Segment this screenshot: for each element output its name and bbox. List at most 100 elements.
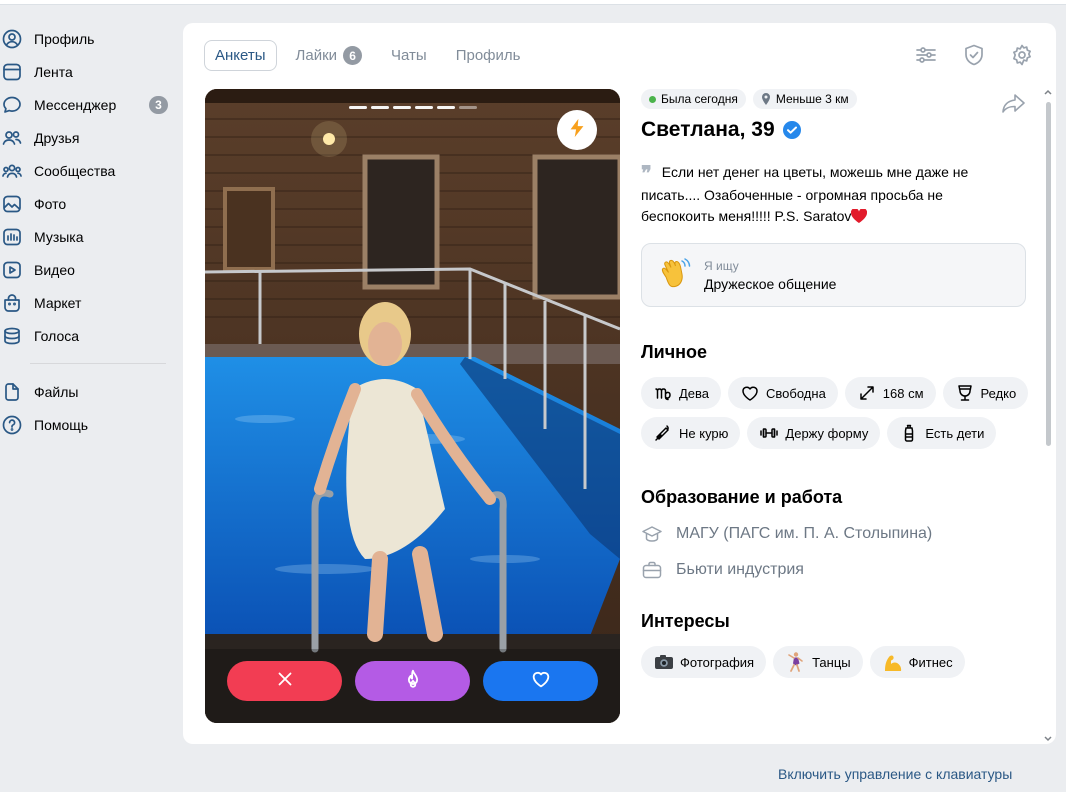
- briefcase-icon: [642, 561, 662, 579]
- nav-item-messenger[interactable]: Мессенджер 3: [0, 88, 170, 121]
- chat-bubble-icon: [2, 95, 22, 115]
- nav-label: Музыка: [34, 228, 84, 245]
- progress-segment: [437, 106, 455, 109]
- progress-segment: [415, 106, 433, 109]
- seeking-title: Я ищу: [704, 258, 739, 273]
- nav-label: Мессенджер: [34, 96, 117, 113]
- swipe-actions: [227, 661, 611, 701]
- online-status-badge: Была сегодня: [641, 89, 746, 109]
- dating-tabs: Анкеты Лайки 6 Чаты Профиль: [204, 40, 539, 71]
- online-status-text: Была сегодня: [661, 92, 738, 106]
- chip-label: Свободна: [766, 385, 826, 401]
- tab-label: Анкеты: [215, 47, 266, 64]
- settings-gear-icon[interactable]: [1010, 43, 1034, 67]
- seeking-text: Я ищу Дружеское общение: [704, 259, 836, 292]
- nav-item-profile[interactable]: Профиль: [0, 22, 170, 55]
- boost-button[interactable]: [557, 110, 597, 150]
- nav-item-friends[interactable]: Друзья: [0, 121, 170, 154]
- heart-icon: [530, 668, 552, 695]
- friends-icon: [2, 128, 22, 148]
- user-circle-icon: [2, 29, 22, 49]
- toolbar-icons: [890, 43, 1034, 67]
- flame-icon: [402, 668, 424, 695]
- chip-label: Фитнес: [908, 654, 953, 670]
- wine-glass-icon: [957, 385, 972, 401]
- nav-label: Видео: [34, 261, 75, 278]
- interest-chip: Фотография: [641, 646, 767, 678]
- bio-text: Если нет денег на цветы, можешь мне даже…: [641, 164, 969, 224]
- dancer-emoji-icon: [788, 652, 803, 672]
- interests-section-title: Интересы: [641, 611, 730, 631]
- votes-icon: [2, 326, 22, 346]
- nav-item-communities[interactable]: Сообщества: [0, 154, 170, 187]
- nav-divider: [30, 363, 166, 364]
- distance-text: Меньше 3 км: [775, 92, 849, 106]
- share-button[interactable]: [1001, 91, 1027, 115]
- work-text: Бьюти индустрия: [676, 561, 804, 578]
- nav-label: Сообщества: [34, 162, 116, 179]
- shield-check-icon[interactable]: [962, 43, 986, 67]
- close-icon: [274, 668, 296, 695]
- nav-item-files[interactable]: Файлы: [0, 375, 170, 408]
- tab-label: Лайки: [295, 47, 338, 64]
- top-bar: [0, 0, 1066, 5]
- personal-chip: Свободна: [728, 377, 838, 409]
- progress-segment: [349, 106, 367, 109]
- lightning-icon: [566, 117, 588, 144]
- market-icon: [2, 293, 22, 313]
- filters-icon[interactable]: [914, 43, 938, 67]
- scroll-up-arrow-icon[interactable]: [1044, 88, 1052, 96]
- photo-progress: [349, 106, 481, 109]
- no-smoking-icon: [655, 425, 669, 441]
- nav-item-market[interactable]: Маркет: [0, 286, 170, 319]
- nav-item-music[interactable]: Музыка: [0, 220, 170, 253]
- dislike-button[interactable]: [227, 661, 342, 701]
- keyboard-control-link[interactable]: Включить управление с клавиатуры: [778, 766, 1012, 782]
- nav-label: Фото: [34, 195, 67, 212]
- nav-label: Голоса: [34, 327, 80, 344]
- photo-icon: [2, 194, 22, 214]
- name-row: Светлана, 39: [641, 118, 1041, 142]
- personal-chips: Дева Свободна 168 см Редко Не курю Держу…: [641, 377, 1036, 457]
- nav-label: Профиль: [34, 30, 95, 47]
- status-row: Была сегодня Меньше 3 км: [641, 89, 1041, 109]
- scroll-down-arrow-icon[interactable]: [1044, 735, 1052, 743]
- scrollbar-thumb[interactable]: [1046, 102, 1051, 446]
- share-arrow-icon: [1001, 94, 1027, 119]
- nav-label: Помощь: [34, 416, 89, 433]
- personal-chip: Есть дети: [887, 417, 997, 449]
- interest-chip: Фитнес: [869, 646, 965, 678]
- interests-chips: Фотография Танцы Фитнес: [641, 646, 1036, 686]
- personal-chip: Дева: [641, 377, 722, 409]
- like-button[interactable]: [483, 661, 598, 701]
- seeking-value: Дружеское общение: [704, 275, 837, 292]
- tab-likes[interactable]: Лайки 6: [286, 40, 373, 71]
- photo-scene: [205, 89, 620, 723]
- education-work: Бьюти индустрия: [641, 559, 1041, 581]
- help-icon: [2, 415, 22, 435]
- chip-label: Фотография: [680, 654, 755, 670]
- nav-label: Лента: [34, 63, 73, 80]
- nav-item-feed[interactable]: Лента: [0, 55, 170, 88]
- red-heart-icon: [851, 209, 868, 223]
- location-pin-icon: [761, 93, 770, 105]
- newsfeed-icon: [2, 62, 22, 82]
- nav-item-help[interactable]: Помощь: [0, 408, 170, 441]
- tab-label: Чаты: [391, 47, 427, 64]
- dating-card: Анкеты Лайки 6 Чаты Профиль Была сегодня…: [183, 23, 1056, 744]
- tab-my-profile[interactable]: Профиль: [446, 40, 531, 71]
- online-dot: [649, 95, 656, 103]
- tab-chats[interactable]: Чаты: [381, 40, 437, 71]
- nav-item-video[interactable]: Видео: [0, 253, 170, 286]
- profile-photo[interactable]: [205, 89, 620, 723]
- nav-item-votes[interactable]: Голоса: [0, 319, 170, 352]
- progress-segment: [393, 106, 411, 109]
- nav-item-photos[interactable]: Фото: [0, 187, 170, 220]
- chip-label: 168 см: [882, 385, 924, 401]
- education-university: МАГУ (ПАГС им. П. А. Столыпина): [641, 523, 1041, 545]
- superlike-button[interactable]: [355, 661, 470, 701]
- scrollbar[interactable]: [1043, 88, 1053, 743]
- virgo-icon: [655, 388, 671, 401]
- progress-segment: [371, 106, 389, 109]
- tab-profiles[interactable]: Анкеты: [204, 40, 277, 71]
